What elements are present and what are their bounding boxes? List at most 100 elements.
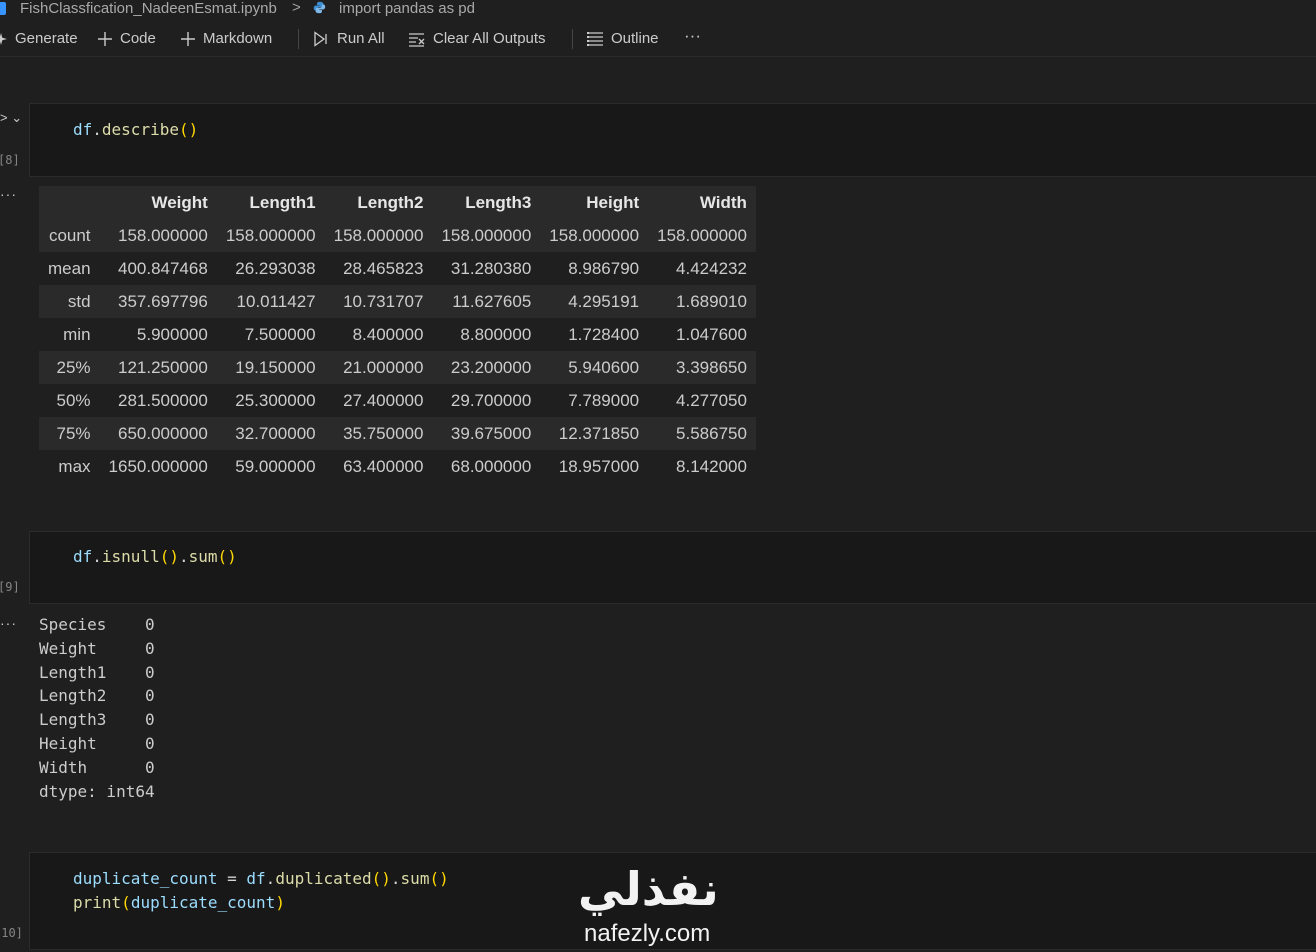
- table-header-cell: [39, 186, 100, 219]
- table-cell: 25.300000: [235, 390, 316, 410]
- table-cell: 31.280380: [450, 258, 532, 278]
- table-header-cell: Length3: [432, 186, 541, 219]
- watermark-logo: نفذلي nafezly.com: [572, 862, 742, 952]
- python-icon: [313, 1, 326, 14]
- breadcrumb-separator-icon: >: [292, 0, 301, 16]
- add-code-cell-button[interactable]: Code: [97, 30, 156, 47]
- cell-code[interactable]: df.isnull().sum(): [73, 545, 237, 569]
- toolbar-divider: [298, 29, 299, 49]
- table-cell: 158.000000: [657, 225, 747, 245]
- markdown-label: Markdown: [203, 30, 273, 47]
- table-cell: 23.200000: [450, 357, 532, 377]
- table-header-cell: Length1: [216, 186, 325, 219]
- code-label: Code: [120, 30, 156, 47]
- table-cell: 8.400000: [352, 324, 424, 344]
- cell-collapse-chevron-icon[interactable]: > ⌄: [0, 110, 22, 126]
- table-cell: 3.398650: [676, 357, 747, 377]
- table-cell: 10.011427: [236, 291, 316, 311]
- clear-all-outputs-button[interactable]: Clear All Outputs: [408, 30, 546, 47]
- table-cell: 8.986790: [568, 258, 640, 278]
- clear-all-icon: [409, 32, 425, 47]
- table-row: 25% 121.250000 19.150000 21.000000 23.20…: [39, 351, 756, 384]
- plus-icon: [181, 31, 195, 46]
- table-cell: 158.000000: [549, 225, 640, 245]
- clear-all-outputs-label: Clear All Outputs: [433, 30, 546, 47]
- more-actions-button[interactable]: ···: [684, 26, 701, 46]
- table-cell: 5.940600: [568, 357, 640, 377]
- row-label: 25%: [56, 357, 91, 377]
- watermark-latin: nafezly.com: [584, 920, 711, 947]
- generate-button[interactable]: Generate: [0, 30, 78, 47]
- table-cell: 4.295191: [568, 291, 640, 311]
- table-cell: 68.000000: [450, 456, 532, 476]
- table-row: 50% 281.500000 25.300000 27.400000 29.70…: [39, 384, 756, 417]
- run-all-icon: [314, 30, 327, 47]
- table-cell: 158.000000: [333, 225, 424, 245]
- table-cell: 28.465823: [343, 258, 424, 278]
- table-cell: 12.371850: [558, 423, 640, 443]
- cell-code[interactable]: df.describe(): [73, 118, 198, 142]
- table-header-cell: Height: [540, 186, 649, 219]
- row-label: mean: [48, 258, 91, 278]
- table-header-cell: Length2: [324, 186, 433, 219]
- execution-count: [9]: [0, 580, 20, 594]
- row-label: min: [63, 324, 91, 344]
- table-cell: 32.700000: [235, 423, 316, 443]
- table-cell: 158.000000: [441, 225, 532, 245]
- row-label: 75%: [56, 423, 91, 443]
- table-cell: 59.000000: [235, 456, 316, 476]
- add-markdown-cell-button[interactable]: Markdown: [180, 30, 272, 47]
- table-cell: 27.400000: [343, 390, 424, 410]
- table-cell: 1.728400: [568, 324, 640, 344]
- table-cell: 158.000000: [117, 225, 208, 245]
- table-cell: 281.500000: [117, 390, 208, 410]
- toolbar-divider: [572, 29, 573, 49]
- sparkle-icon: [0, 32, 7, 45]
- table-row: min 5.900000 7.500000 8.400000 8.800000 …: [39, 318, 756, 351]
- table-row: max 1650.000000 59.000000 63.400000 68.0…: [39, 450, 756, 483]
- notebook-toolbar: Generate Code Markdown Run All Clear All…: [0, 22, 1316, 57]
- table-cell: 21.000000: [343, 357, 424, 377]
- breadcrumb-file[interactable]: FishClassfication_NadeenEsmat.ipynb: [20, 0, 277, 17]
- breadcrumb: FishClassfication_NadeenEsmat.ipynb > im…: [0, 0, 1316, 20]
- list-icon: [587, 31, 603, 46]
- execution-count: [8]: [0, 153, 20, 167]
- text-output: Species 0 Weight 0 Length1 0 Length2 0 L…: [39, 615, 155, 801]
- output-actions-icon[interactable]: ···: [0, 615, 17, 631]
- table-cell: 63.400000: [343, 456, 424, 476]
- table-cell: 5.586750: [676, 423, 747, 443]
- table-cell: 39.675000: [450, 423, 532, 443]
- table-cell: 1.047600: [676, 324, 747, 344]
- table-cell: 8.142000: [676, 456, 747, 476]
- row-label: max: [58, 456, 91, 476]
- row-label: 50%: [56, 390, 91, 410]
- table-row: count 158.000000 158.000000 158.000000 1…: [39, 219, 756, 252]
- table-cell: 8.800000: [460, 324, 532, 344]
- code-cell[interactable]: df.isnull().sum(): [29, 531, 1316, 604]
- table-header-cell: Width: [648, 186, 756, 219]
- notebook-icon: [0, 2, 6, 15]
- table-cell: 357.697796: [117, 291, 208, 311]
- table-cell: 650.000000: [117, 423, 208, 443]
- row-label: std: [67, 291, 91, 311]
- table-header-cell: Weight: [99, 186, 217, 219]
- table-cell: 4.277050: [676, 390, 747, 410]
- outline-label: Outline: [611, 30, 659, 47]
- breadcrumb-symbol[interactable]: import pandas as pd: [339, 0, 475, 17]
- table-cell: 35.750000: [343, 423, 424, 443]
- table-cell: 26.293038: [235, 258, 316, 278]
- row-label: count: [48, 225, 91, 245]
- code-cell[interactable]: df.describe(): [29, 103, 1316, 177]
- watermark-arabic: نفذلي: [578, 862, 719, 916]
- table-cell: 7.500000: [244, 324, 316, 344]
- table-header-row: Weight Length1 Length2 Length3 Height Wi…: [39, 186, 756, 219]
- run-all-label: Run All: [337, 30, 385, 47]
- table-cell: 11.627605: [452, 291, 532, 311]
- ellipsis-icon: ···: [684, 26, 701, 45]
- table-cell: 400.847468: [117, 258, 208, 278]
- run-all-button[interactable]: Run All: [313, 30, 385, 47]
- outline-button[interactable]: Outline: [586, 30, 659, 47]
- output-actions-icon[interactable]: ···: [0, 186, 17, 202]
- table-cell: 121.250000: [117, 357, 208, 377]
- cell-code[interactable]: duplicate_count = df.duplicated().sum() …: [73, 867, 449, 915]
